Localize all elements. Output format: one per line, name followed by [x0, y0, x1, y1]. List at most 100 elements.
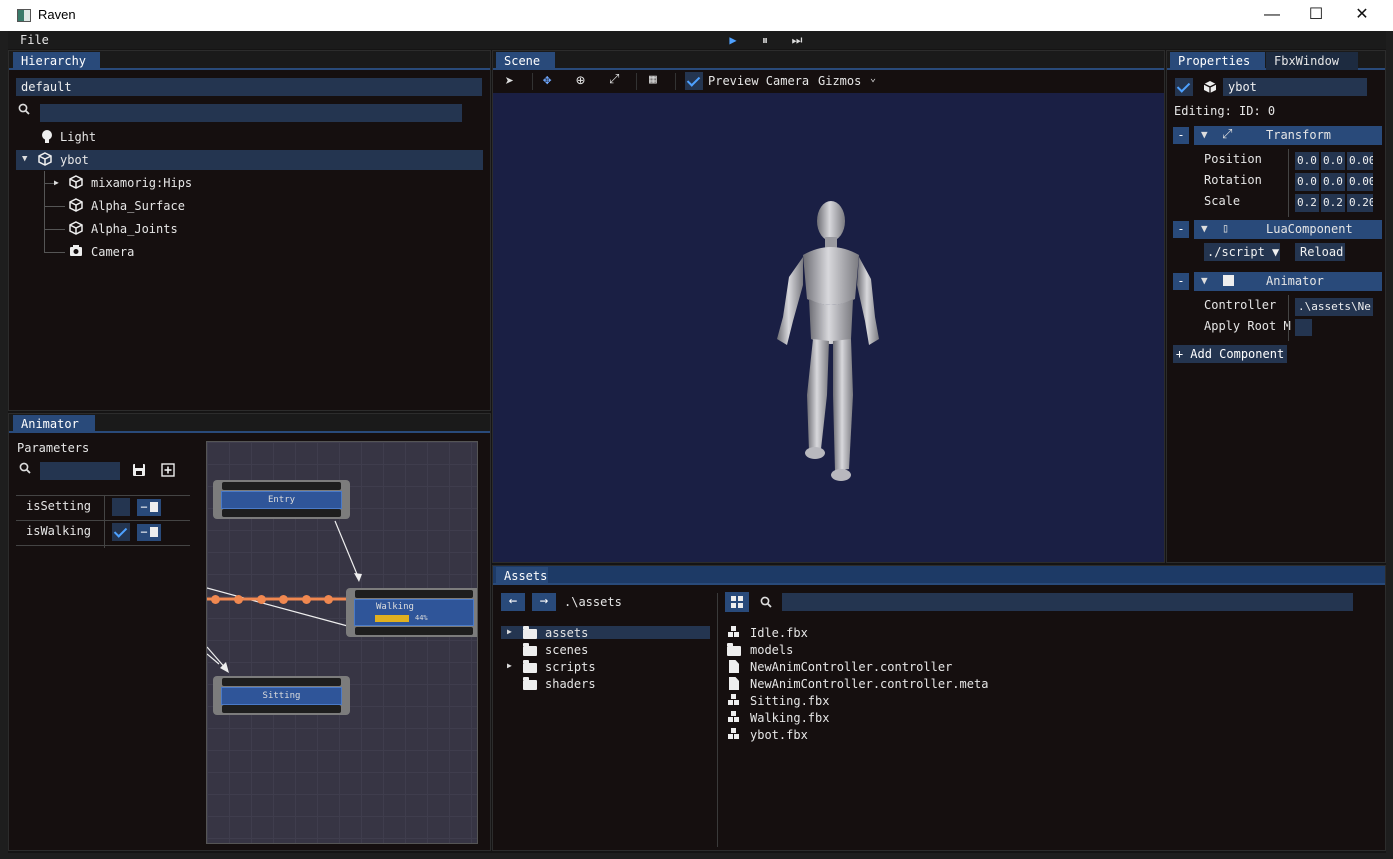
tab-hierarchy[interactable]: Hierarchy — [13, 52, 100, 70]
asset-file-item[interactable]: ybot.fbx — [750, 728, 808, 742]
play-button[interactable]: ▶ — [726, 33, 740, 47]
asset-file-item[interactable]: NewAnimController.controller — [750, 660, 952, 674]
scale-tool-icon[interactable]: ⤢ — [609, 72, 619, 87]
forward-arrow-icon[interactable]: → — [532, 593, 556, 611]
param-delete-button[interactable]: − — [137, 499, 161, 516]
select-tool-icon[interactable]: ➤ — [505, 72, 514, 90]
asset-file-item[interactable]: Sitting.fbx — [750, 694, 829, 708]
position-y-field[interactable]: 0.0 — [1321, 152, 1345, 170]
window-titlebar: Raven — ☐ ✕ — [0, 0, 1393, 31]
rotation-z-field[interactable]: 0.00 — [1347, 173, 1373, 191]
folder-tree-item[interactable]: scripts — [545, 660, 596, 674]
step-button[interactable]: ⏭ — [790, 33, 804, 47]
scene-name-input[interactable]: default — [16, 78, 482, 96]
rotation-x-field[interactable]: 0.0 — [1295, 173, 1319, 191]
collapse-transform-button[interactable]: - — [1173, 127, 1189, 144]
tab-assets[interactable]: Assets — [496, 567, 548, 585]
position-z-field[interactable]: 0.00 — [1347, 152, 1373, 170]
tab-properties[interactable]: Properties — [1170, 52, 1265, 70]
close-button[interactable]: ✕ — [1339, 0, 1385, 31]
tree-item-alpha-surface[interactable]: Alpha_Surface — [91, 199, 185, 213]
reload-button[interactable]: Reload — [1295, 243, 1345, 261]
grid-toggle-icon[interactable]: ▦ — [649, 72, 657, 87]
lua-script-dropdown[interactable]: ./script ▼ — [1204, 243, 1280, 261]
minimize-button[interactable]: — — [1249, 0, 1295, 31]
properties-tabbar: Properties FbxWindow — [1167, 51, 1385, 70]
gizmos-dropdown[interactable]: Gizmos — [818, 74, 861, 88]
tree-item-alpha-joints[interactable]: Alpha_Joints — [91, 222, 178, 236]
grid-view-icon[interactable] — [725, 592, 749, 612]
object-name-input[interactable]: ybot — [1223, 78, 1367, 96]
lua-component-header[interactable]: ▼ ▯ LuaComponent — [1194, 220, 1382, 239]
collapse-animator-button[interactable]: - — [1173, 273, 1189, 290]
expand-arrow-icon[interactable]: ▶ — [54, 178, 59, 187]
tab-animator[interactable]: Animator — [13, 415, 95, 433]
hierarchy-panel: Hierarchy default Light ▼ ybot ▶ mixamor… — [8, 50, 491, 411]
folder-tree-item[interactable]: shaders — [545, 677, 596, 691]
animator-icon — [1223, 275, 1234, 286]
folder-icon — [523, 677, 537, 690]
controller-field[interactable]: .\assets\Ne — [1295, 298, 1373, 316]
rotation-label: Rotation — [1204, 173, 1262, 187]
add-parameter-icon[interactable] — [161, 463, 175, 477]
asset-file-item[interactable]: models — [750, 643, 793, 657]
folder-tree-item[interactable]: assets — [545, 626, 588, 640]
folder-tree-item[interactable]: scenes — [545, 643, 588, 657]
state-node-entry[interactable]: Entry — [213, 480, 350, 519]
param-divider — [16, 545, 190, 546]
chevron-down-icon[interactable]: ⌄ — [870, 73, 876, 84]
preview-camera-checkbox[interactable] — [685, 72, 703, 90]
state-node-sitting[interactable]: Sitting — [213, 676, 350, 715]
scale-y-field[interactable]: 0.2 — [1321, 194, 1345, 212]
position-x-field[interactable]: 0.0 — [1295, 152, 1319, 170]
assets-search-input[interactable] — [782, 593, 1353, 611]
ybot-character-model[interactable] — [769, 199, 889, 489]
transform-header[interactable]: ▼ ⤢ Transform — [1194, 126, 1382, 145]
expand-arrow-icon[interactable]: ▼ — [22, 154, 27, 164]
hierarchy-search-input[interactable] — [40, 104, 462, 122]
transform-icon: ⤢ — [1222, 127, 1233, 142]
scale-x-field[interactable]: 0.2 — [1295, 194, 1319, 212]
folder-icon — [523, 626, 537, 639]
parameter-search-input[interactable] — [40, 462, 120, 480]
asset-file-item[interactable]: NewAnimController.controller.meta — [750, 677, 988, 691]
script-icon: ▯ — [1222, 221, 1230, 235]
asset-file-item[interactable]: Idle.fbx — [750, 626, 808, 640]
param-divider — [16, 520, 190, 521]
menu-file[interactable]: File — [20, 33, 49, 47]
param-divider — [16, 495, 190, 496]
scale-z-field[interactable]: 0.20 — [1347, 194, 1373, 212]
param-toggle-issetting[interactable] — [112, 498, 130, 516]
maximize-button[interactable]: ☐ — [1293, 0, 1339, 31]
window-title: Raven — [38, 7, 76, 22]
pause-button[interactable]: ⏸ — [758, 33, 772, 47]
object-active-checkbox[interactable] — [1175, 78, 1193, 96]
tree-item-ybot[interactable]: ybot — [60, 153, 89, 167]
back-arrow-icon[interactable]: ← — [501, 593, 525, 611]
param-delete-button[interactable]: − — [137, 524, 161, 541]
expand-arrow-icon[interactable]: ▶ — [507, 661, 512, 670]
animator-graph-canvas[interactable]: Entry Walking 44% Sitting — [206, 441, 478, 844]
save-icon[interactable] — [132, 463, 146, 477]
asset-file-item[interactable]: Walking.fbx — [750, 711, 829, 725]
rotation-y-field[interactable]: 0.0 — [1321, 173, 1345, 191]
mesh-icon — [728, 626, 740, 638]
state-node-walking[interactable]: Walking 44% — [346, 588, 477, 637]
tree-item-camera[interactable]: Camera — [91, 245, 134, 259]
add-component-button[interactable]: + Add Component — [1173, 345, 1287, 363]
param-name-iswalking: isWalking — [26, 524, 92, 538]
apply-root-motion-checkbox[interactable] — [1295, 319, 1312, 336]
assets-path: .\assets — [564, 595, 622, 609]
param-toggle-iswalking[interactable] — [112, 523, 130, 541]
animator-component-header[interactable]: ▼ Animator — [1194, 272, 1382, 291]
tree-item-light[interactable]: Light — [60, 130, 96, 144]
collapse-lua-button[interactable]: - — [1173, 221, 1189, 238]
assets-panel: Assets ← → .\assets ▶ assets scenes ▶ sc… — [492, 565, 1386, 851]
expand-arrow-icon[interactable]: ▶ — [507, 627, 512, 636]
rotate-tool-icon[interactable]: ⊕ — [576, 71, 585, 89]
move-tool-icon[interactable]: ✥ — [543, 72, 551, 88]
tab-fbxwindow[interactable]: FbxWindow — [1266, 52, 1358, 70]
tab-scene[interactable]: Scene — [496, 52, 555, 70]
folder-icon — [727, 643, 741, 656]
tree-item-hips[interactable]: mixamorig:Hips — [91, 176, 192, 190]
